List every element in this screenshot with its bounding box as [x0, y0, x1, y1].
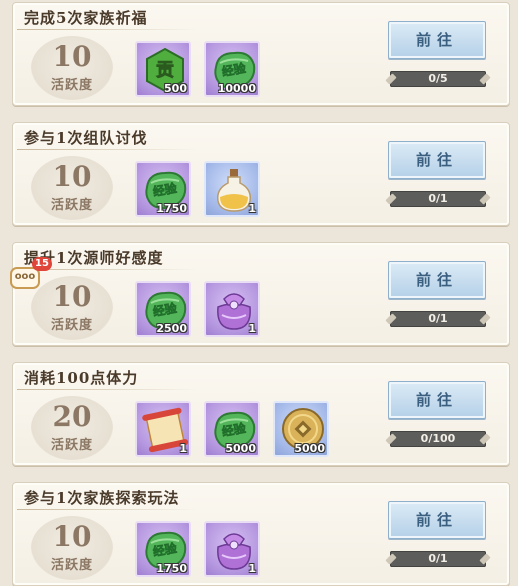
task-progress-bar: 0/1 — [385, 191, 491, 207]
reward-item[interactable]: 贡 500 — [135, 41, 191, 97]
reward-item[interactable]: 经验 1750 — [135, 161, 191, 217]
title-divider — [17, 389, 197, 390]
reward-quantity: 1750 — [156, 202, 187, 215]
activity-points-badge: 10 活跃度 — [31, 36, 113, 100]
reward-item[interactable]: 经验 5000 — [204, 401, 260, 457]
reward-quantity: 5000 — [225, 442, 256, 455]
activity-points-badge: 10 活跃度 — [31, 156, 113, 220]
daily-task-list: 完成5次家族祈福 10 活跃度贡 500 经验 10000 前往 0/5 参与1次组队讨伐 10 活… — [0, 0, 518, 586]
reward-item[interactable]: 经验 1750 — [135, 521, 191, 577]
task-progress-bar: 0/5 — [385, 71, 491, 87]
progress-text: 0/5 — [428, 72, 448, 85]
activity-points-value: 20 — [52, 400, 92, 433]
chat-unread-badge: 15 — [32, 257, 52, 271]
reward-item[interactable]: 5000 — [273, 401, 329, 457]
title-divider — [17, 29, 197, 30]
reward-quantity: 10000 — [217, 82, 256, 95]
reward-item[interactable]: 经验 10000 — [204, 41, 260, 97]
task-title: 消耗100点体力 — [24, 369, 139, 387]
reward-quantity: 1 — [248, 322, 256, 335]
title-divider — [17, 509, 197, 510]
reward-item[interactable]: 1 — [204, 281, 260, 337]
go-button[interactable]: 前往 — [388, 381, 486, 419]
task-title: 参与1次组队讨伐 — [24, 129, 148, 147]
activity-points-value: 10 — [52, 520, 92, 553]
task-card: 参与1次家族探索玩法 10 活跃度 经验 1750 1 前往 0/1 — [12, 482, 510, 586]
progress-text: 0/100 — [420, 432, 456, 445]
reward-item[interactable]: 1 — [135, 401, 191, 457]
title-divider — [17, 149, 197, 150]
task-card: 消耗100点体力 20 活跃度 1 经验 5000 5000 前往 0/100 — [12, 362, 510, 466]
activity-points-label: 活跃度 — [50, 558, 93, 573]
activity-points-value: 10 — [52, 160, 92, 193]
reward-quantity: 1750 — [156, 562, 187, 575]
task-card: 提升1次源师好感度 10 活跃度 经验 2500 1 前往 0/1 — [12, 242, 510, 346]
task-progress-bar: 0/100 — [385, 431, 491, 447]
progress-text: 0/1 — [428, 552, 448, 565]
reward-item[interactable]: 经验 2500 — [135, 281, 191, 337]
reward-quantity: 2500 — [156, 322, 187, 335]
task-card: 参与1次组队讨伐 10 活跃度 经验 1750 1 前往 0/1 — [12, 122, 510, 226]
task-progress-bar: 0/1 — [385, 311, 491, 327]
reward-item[interactable]: 1 — [204, 161, 260, 217]
reward-item[interactable]: 1 — [204, 521, 260, 577]
activity-points-label: 活跃度 — [50, 318, 93, 333]
activity-points-badge: 10 活跃度 — [31, 516, 113, 580]
task-card: 完成5次家族祈福 10 活跃度贡 500 经验 10000 前往 0/5 — [12, 2, 510, 106]
reward-quantity: 1 — [248, 202, 256, 215]
reward-quantity: 1 — [179, 442, 187, 455]
activity-points-badge: 10 活跃度 — [31, 276, 113, 340]
activity-points-label: 活跃度 — [50, 438, 93, 453]
activity-points-value: 10 — [52, 40, 92, 73]
reward-quantity: 5000 — [294, 442, 325, 455]
task-progress-bar: 0/1 — [385, 551, 491, 567]
go-button[interactable]: 前往 — [388, 141, 486, 179]
task-title: 参与1次家族探索玩法 — [24, 489, 180, 507]
activity-points-label: 活跃度 — [50, 198, 93, 213]
progress-text: 0/1 — [428, 312, 448, 325]
activity-points-badge: 20 活跃度 — [31, 396, 113, 460]
activity-points-value: 10 — [52, 280, 92, 313]
svg-text:贡: 贡 — [156, 60, 174, 81]
progress-text: 0/1 — [428, 192, 448, 205]
task-title: 完成5次家族祈福 — [24, 9, 148, 27]
go-button[interactable]: 前往 — [388, 501, 486, 539]
go-button[interactable]: 前往 — [388, 21, 486, 59]
activity-points-label: 活跃度 — [50, 78, 93, 93]
reward-quantity: 1 — [248, 562, 256, 575]
go-button[interactable]: 前往 — [388, 261, 486, 299]
reward-quantity: 500 — [164, 82, 187, 95]
